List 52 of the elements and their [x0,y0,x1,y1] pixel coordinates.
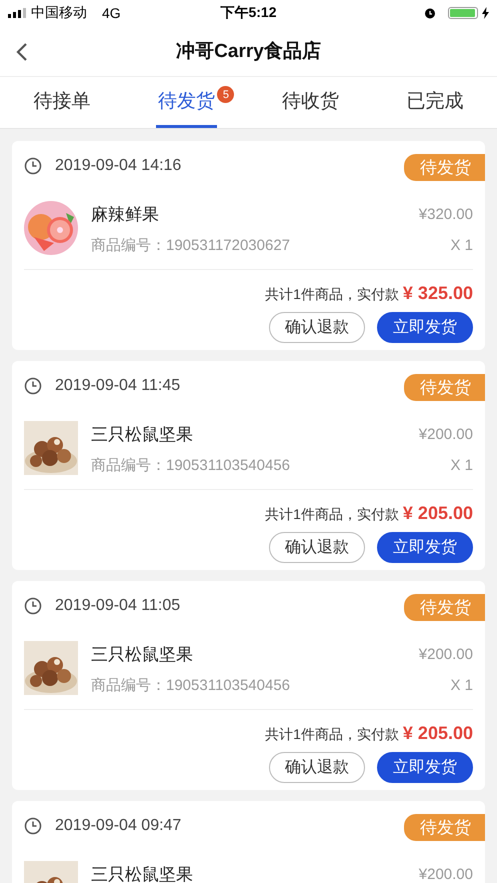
product-price: ¥200.00 [418,866,473,883]
product-quantity: X 1 [450,237,473,254]
product-name: 三只松鼠坚果 [91,864,193,883]
page-title: 冲哥Carry食品店 [176,40,321,64]
charging-icon [482,7,489,19]
back-icon [16,42,28,62]
order-time: 2019-09-04 11:05 [55,597,180,615]
product-price: ¥320.00 [418,206,473,223]
tab[interactable]: 待收货 [280,77,342,128]
clock-icon [24,157,42,175]
count-badge: 5 [217,86,234,103]
refund-button[interactable]: 确认退款 [269,532,365,563]
tab[interactable]: 待接单 [32,77,93,128]
carrier-name: 中国移动 [31,4,87,22]
refund-button[interactable]: 确认退款 [269,752,365,783]
tab[interactable]: 待发货 [156,77,217,128]
clock-time: 下午5:12 [219,4,278,22]
product-name: 三只松鼠坚果 [91,644,193,666]
ship-button[interactable]: 立即发货 [377,312,473,343]
signal-icon [8,8,26,18]
order-time: 2019-09-04 14:16 [55,157,182,175]
product-code: 商品编号：190531172030627 [91,236,290,255]
product-code: 商品编号：190531103540456 [91,456,290,475]
order-summary: 共计1件商品，实付款 [265,726,399,744]
status-tag: 待发货 [404,154,485,181]
order-time: 2019-09-04 11:45 [55,377,180,395]
product-name: 三只松鼠坚果 [91,424,193,446]
product-price: ¥200.00 [418,646,473,663]
clock-icon [24,817,42,835]
order-total: ¥ 205.00 [402,723,473,744]
product-code: 商品编号：190531103540456 [91,676,290,695]
order-total: ¥ 205.00 [402,503,473,524]
status-tag: 待发货 [404,814,485,841]
refund-button[interactable]: 确认退款 [269,312,365,343]
status-tag: 待发货 [404,594,485,621]
ship-button[interactable]: 立即发货 [377,532,473,563]
order-summary: 共计1件商品，实付款 [265,506,399,524]
tab[interactable]: 已完成 [404,77,466,128]
order-time: 2019-09-04 09:47 [55,817,182,835]
status-tag: 待发货 [404,374,485,401]
battery-icon [448,7,478,19]
clock-icon [24,597,42,615]
product-name: 麻辣鲜果 [91,204,159,226]
order-total: ¥ 325.00 [402,283,473,304]
alarm-icon [424,7,436,19]
product-price: ¥200.00 [418,426,473,443]
ship-button[interactable]: 立即发货 [377,752,473,783]
network-type: 4G [102,5,121,21]
product-quantity: X 1 [450,677,473,694]
order-summary: 共计1件商品，实付款 [265,286,399,304]
clock-icon [24,377,42,395]
product-quantity: X 1 [450,457,473,474]
